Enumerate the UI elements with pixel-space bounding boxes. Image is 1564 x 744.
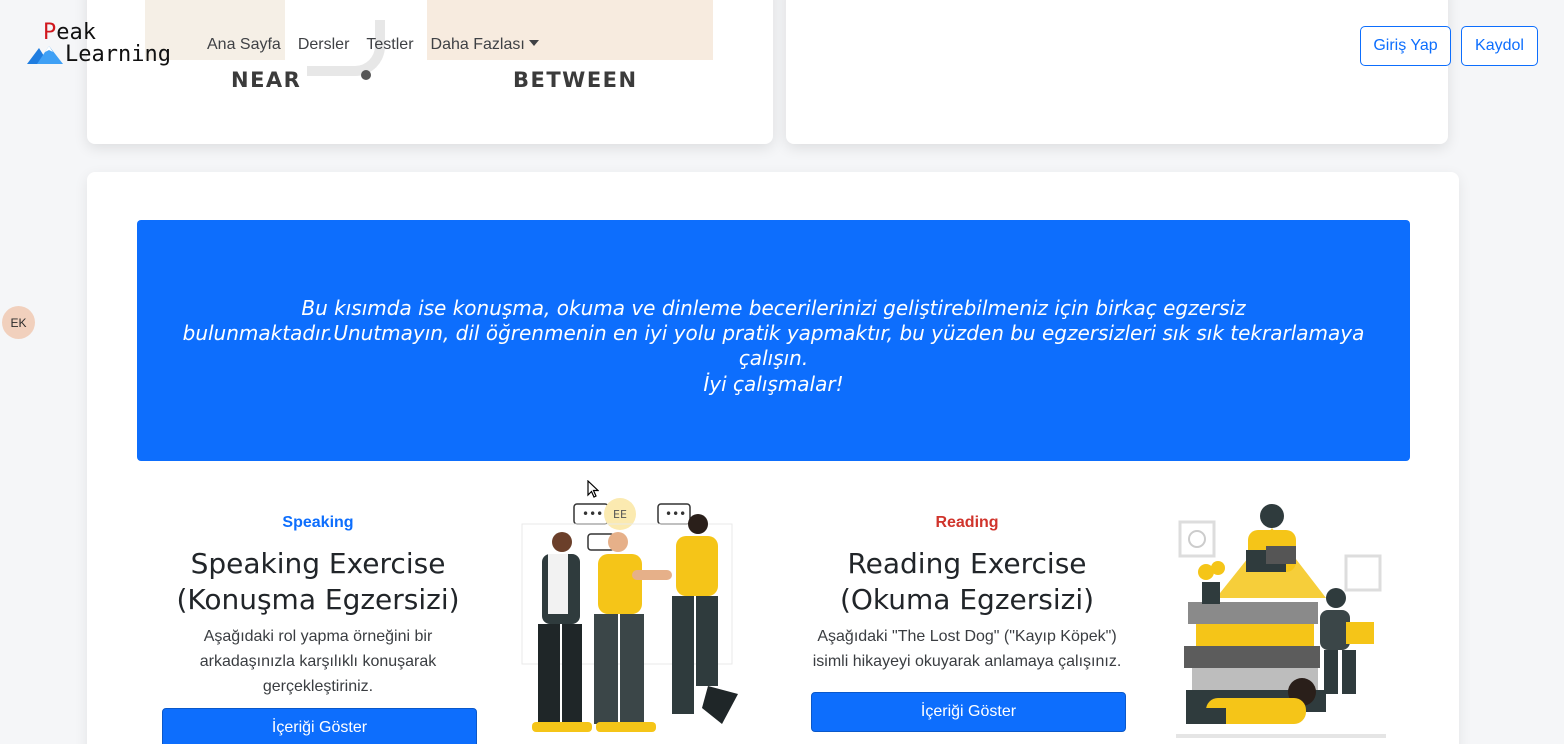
reading-title: Reading Exercise (Okuma Egzersizi) — [839, 547, 1095, 616]
speaking-illustration: ••• ••• EE — [521, 498, 738, 732]
svg-text:•••: ••• — [582, 507, 603, 521]
caret-down-icon — [528, 40, 539, 46]
speaking-title: Speaking Exercise (Konuşma Egzersizi) — [176, 547, 460, 616]
login-button[interactable]: Giriş Yap — [1360, 26, 1451, 66]
nav-link-lessons[interactable]: Dersler — [298, 36, 350, 54]
nav-link-home[interactable]: Ana Sayfa — [207, 36, 281, 54]
speaking-exercise: Speaking Speaking Exercise (Konuşma Egze… — [160, 514, 476, 699]
logo[interactable]: Peak Learning — [27, 22, 177, 70]
nav-dropdown-more[interactable]: Daha Fazlası — [431, 36, 539, 54]
mouse-cursor-icon — [587, 480, 599, 498]
logo-line2: Learning — [65, 42, 171, 67]
nav-links: Ana Sayfa Dersler Testler Daha Fazlası — [207, 36, 556, 54]
reading-exercise: Reading Reading Exercise (Okuma Egzersiz… — [808, 514, 1126, 674]
mountain-icon — [27, 46, 63, 64]
reading-show-content-button[interactable]: İçeriği Göster — [811, 692, 1126, 732]
signup-button[interactable]: Kaydol — [1461, 26, 1538, 66]
illustration-badge: EE — [613, 508, 627, 521]
speaking-label: Speaking — [282, 514, 354, 531]
reading-description: Aşağıdaki "The Lost Dog" ("Kayıp Köpek")… — [812, 628, 1122, 670]
nav-dropdown-label: Daha Fazlası — [430, 36, 525, 53]
user-avatar[interactable]: EK — [2, 306, 35, 339]
speaking-show-content-button[interactable]: İçeriği Göster — [162, 708, 477, 744]
reading-label: Reading — [935, 514, 999, 531]
info-banner: Bu kısımda ise konuşma, okuma ve dinleme… — [137, 220, 1410, 461]
page: NEAR BETWEEN Peak Learning Ana Sayfa Der… — [0, 0, 1564, 744]
nav-link-tests[interactable]: Testler — [366, 36, 413, 54]
logo-line1: Peak — [43, 20, 96, 45]
svg-text:•••: ••• — [665, 507, 686, 521]
speaking-description: Aşağıdaki rol yapma örneğini bir arkadaş… — [199, 628, 437, 695]
reading-illustration — [1176, 504, 1386, 738]
banner-text: Bu kısımda ise konuşma, okuma ve dinleme… — [182, 296, 1365, 370]
banner-closing: İyi çalışmalar! — [703, 372, 844, 396]
navbar: Peak Learning Ana Sayfa Dersler Testler … — [0, 0, 1564, 90]
